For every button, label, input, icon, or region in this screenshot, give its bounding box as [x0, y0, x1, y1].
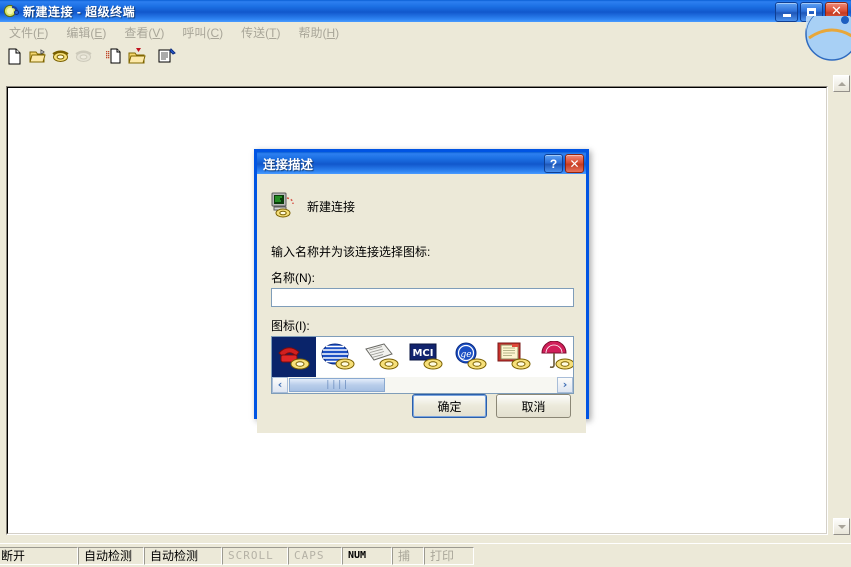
mci-modem-icon[interactable]: MCI	[404, 337, 448, 377]
menu-call-label: 呼叫	[182, 26, 207, 40]
scroll-down-button[interactable]	[833, 518, 850, 535]
close-icon: ✕	[831, 4, 842, 19]
open-folder-icon[interactable]	[26, 45, 49, 67]
status-scroll-text: SCROLL	[228, 549, 274, 562]
disconnect-phone-icon	[72, 45, 95, 67]
maximize-button[interactable]	[800, 2, 823, 22]
close-button[interactable]: ✕	[825, 2, 848, 22]
status-num-text: NUM	[348, 550, 367, 561]
menu-file-accel: F	[37, 26, 45, 40]
notebook-modem-icon[interactable]	[492, 337, 536, 377]
scrollbar-thumb[interactable]: ||||	[289, 378, 385, 392]
status-caps: CAPS	[288, 546, 342, 565]
menu-view[interactable]: 查看(V)	[115, 22, 173, 43]
dialog-body: 新建连接 输入名称并为该连接选择图标: 名称(N): 图标(I): MCI ge…	[257, 192, 586, 433]
menu-edit-label: 编辑	[66, 26, 91, 40]
hyperterminal-icon	[3, 3, 19, 19]
menu-edit[interactable]: 编辑(E)	[57, 22, 115, 43]
scrollbar-grip: ||||	[325, 380, 349, 390]
globe-modem-icon[interactable]	[316, 337, 360, 377]
computer-modem-icon	[270, 192, 298, 221]
minimize-button[interactable]	[775, 2, 798, 22]
dialog-title: 连接描述	[263, 157, 314, 172]
icon-list-scrollbar[interactable]: ‹ |||| ›	[272, 377, 573, 393]
chevron-down-icon	[837, 524, 846, 529]
menu-edit-accel: E	[94, 26, 103, 40]
menu-help-accel: H	[326, 26, 336, 40]
scroll-up-button[interactable]	[833, 75, 850, 92]
menubar: 文件(F) 编辑(E) 查看(V) 呼叫(C) 传送(T) 帮助(H)	[0, 22, 851, 43]
red-phone-icon[interactable]	[272, 337, 316, 377]
call-phone-icon[interactable]	[49, 45, 72, 67]
status-autodetect-1-text: 自动检测	[84, 549, 133, 563]
scroll-right-button[interactable]: ›	[557, 377, 573, 393]
cancel-button[interactable]: 取消	[496, 394, 571, 418]
dialog-titlebar: 连接描述 ? ✕	[257, 152, 586, 174]
chevron-left-icon: ‹	[277, 378, 283, 391]
terminal-vertical-scrollbar[interactable]	[833, 75, 850, 535]
status-autodetect-2-text: 自动检测	[150, 549, 199, 563]
svg-text:ge: ge	[460, 350, 471, 360]
newspaper-modem-icon[interactable]	[360, 337, 404, 377]
dialog-close-button[interactable]: ✕	[565, 154, 584, 173]
scroll-left-button[interactable]: ‹	[272, 377, 288, 393]
status-connection-text: 断开	[1, 549, 26, 563]
window-controls: ✕	[775, 2, 848, 22]
send-file-icon[interactable]	[102, 45, 125, 67]
question-mark-icon: ?	[549, 156, 558, 171]
ok-button[interactable]: 确定	[412, 394, 487, 418]
window-titlebar: 新建连接 - 超级终端 ✕	[0, 0, 851, 22]
chevron-right-icon: ›	[562, 378, 568, 391]
hyperterminal-window: 新建连接 - 超级终端 ✕ 文件(F) 编辑(E) 查看(V) 呼叫(C) 传送…	[0, 0, 851, 567]
status-print-text: 打印	[430, 549, 455, 563]
menu-transfer[interactable]: 传送(T)	[232, 22, 289, 43]
dialog-controls: ? ✕	[544, 154, 584, 173]
dialog-buttons: 确定 取消	[412, 394, 571, 418]
menu-file[interactable]: 文件(F)	[0, 22, 57, 43]
dialog-prompt: 输入名称并为该连接选择图标:	[271, 245, 431, 259]
umbrella-modem-icon[interactable]	[536, 337, 573, 377]
menu-file-label: 文件	[9, 26, 34, 40]
status-capture-text: 捕	[398, 549, 411, 563]
dialog-header: 新建连接	[270, 192, 586, 221]
icon-strip: MCI ge	[272, 337, 573, 377]
menu-transfer-label: 传送	[241, 26, 266, 40]
status-print: 打印	[424, 546, 474, 565]
status-capture: 捕	[392, 546, 424, 565]
name-field-label: 名称(N):	[271, 271, 315, 285]
status-autodetect-1: 自动检测	[78, 546, 144, 565]
status-scroll: SCROLL	[222, 546, 288, 565]
status-caps-text: CAPS	[294, 549, 325, 562]
scrollbar-track[interactable]: ||||	[288, 377, 557, 393]
status-autodetect-2: 自动检测	[144, 546, 222, 565]
connection-description-dialog: 连接描述 ? ✕ 新建连接 输入名称并为该连接选择图标: 名称(N): 图标(I…	[254, 149, 589, 433]
menu-view-accel: V	[152, 26, 161, 40]
menu-help-label: 帮助	[298, 26, 323, 40]
menu-help[interactable]: 帮助(H)	[289, 22, 348, 43]
menu-transfer-accel: T	[269, 26, 277, 40]
statusbar: 断开 自动检测 自动检测 SCROLL CAPS NUM 捕 打印	[0, 543, 851, 567]
receive-file-icon[interactable]	[125, 45, 148, 67]
properties-icon[interactable]	[155, 45, 178, 67]
dialog-header-label: 新建连接	[307, 200, 356, 214]
menu-view-label: 查看	[124, 26, 149, 40]
toolbar	[0, 43, 851, 69]
icon-field-label: 图标(I):	[271, 319, 310, 333]
svg-text:MCI: MCI	[412, 348, 433, 359]
status-connection: 断开	[0, 546, 78, 565]
close-icon: ✕	[569, 156, 580, 171]
menu-call-accel: C	[210, 26, 220, 40]
icon-list[interactable]: MCI ge ‹ |||| ›	[271, 336, 574, 394]
name-input[interactable]	[271, 288, 574, 307]
help-button[interactable]: ?	[544, 154, 563, 173]
new-connection-icon[interactable]	[3, 45, 26, 67]
status-num: NUM	[342, 546, 392, 565]
chevron-up-icon	[837, 81, 846, 86]
ge-modem-icon[interactable]: ge	[448, 337, 492, 377]
window-title: 新建连接 - 超级终端	[23, 4, 136, 19]
menu-call[interactable]: 呼叫(C)	[173, 22, 232, 43]
